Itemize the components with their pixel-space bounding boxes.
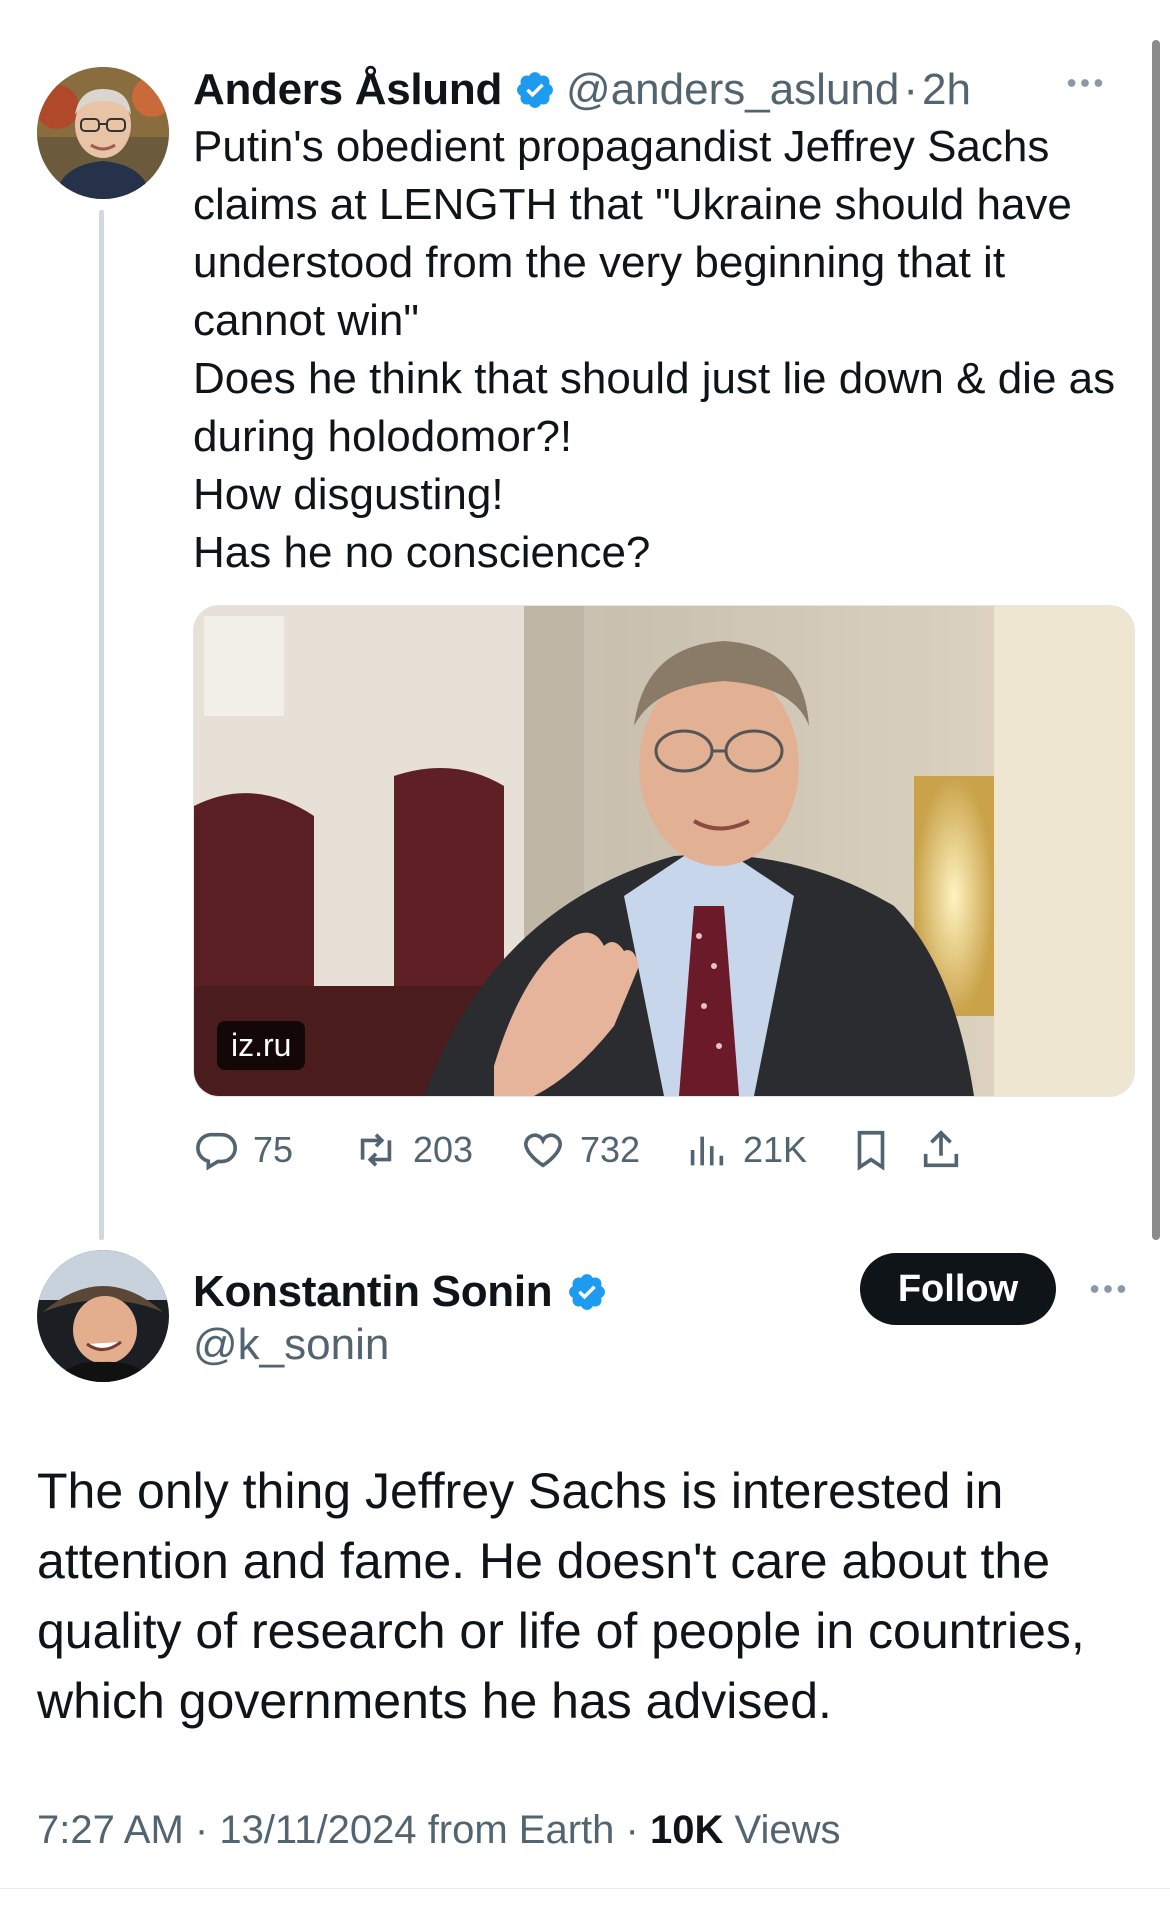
konstantin-sonin-avatar[interactable]	[37, 1250, 169, 1382]
main-author-name[interactable]: Konstantin Sonin	[193, 1267, 553, 1317]
quoted-author-name[interactable]: Anders Åslund	[193, 65, 502, 115]
bookmark-button[interactable]	[848, 1120, 908, 1180]
jeffrey-sachs-photo	[194, 606, 1134, 1096]
post-source: from Earth	[427, 1808, 615, 1852]
follow-button[interactable]: Follow	[860, 1253, 1056, 1325]
scrollbar[interactable]	[1152, 40, 1160, 1240]
main-more-icon[interactable]	[1085, 1266, 1131, 1322]
share-icon	[923, 1130, 959, 1168]
heart-icon	[524, 1133, 562, 1168]
quoted-text-line: Putin's obedient propagandist Jeffrey Sa…	[193, 122, 1085, 345]
views-label: Views	[734, 1808, 841, 1852]
quoted-text-line: Has he no conscience?	[193, 528, 651, 577]
repost-count: 203	[413, 1129, 474, 1170]
quoted-timestamp[interactable]: 2h	[922, 65, 971, 115]
quoted-media-image[interactable]: iz.ru	[193, 605, 1135, 1097]
repost-button[interactable]: 203	[353, 1120, 473, 1180]
bottom-divider	[0, 1888, 1170, 1889]
reply-icon	[196, 1132, 237, 1171]
views-count: 21K	[743, 1129, 808, 1170]
views-total: 10K	[649, 1808, 724, 1852]
quoted-tweet-header: Anders Åslund @anders_aslund · 2h	[193, 60, 971, 120]
quoted-action-bar: 75 203 732 21K	[193, 1120, 1138, 1180]
share-button[interactable]	[918, 1120, 978, 1180]
header-separator: ·	[903, 65, 919, 114]
reply-button[interactable]: 75	[193, 1120, 293, 1180]
reply-count: 75	[253, 1129, 294, 1170]
quoted-more-icon[interactable]	[1062, 60, 1108, 116]
thread-connector-line	[99, 210, 104, 1240]
main-author-handle[interactable]: @k_sonin	[193, 1320, 389, 1370]
verified-badge-icon	[569, 1274, 606, 1310]
quoted-tweet-text: Putin's obedient propagandist Jeffrey Sa…	[193, 118, 1123, 582]
anders-aslund-avatar[interactable]	[37, 67, 169, 199]
quoted-text-line: Does he think that should just lie down …	[193, 354, 1128, 461]
verified-badge-icon	[517, 72, 553, 108]
main-tweet-text: The only thing Jeffrey Sachs is interest…	[37, 1463, 1085, 1729]
main-tweet-author: Konstantin Sonin	[193, 1262, 608, 1322]
repost-icon	[360, 1133, 392, 1167]
post-date[interactable]: 13/11/2024	[219, 1808, 416, 1852]
media-source-badge: iz.ru	[217, 1021, 306, 1070]
quoted-text-line: How disgusting!	[193, 470, 504, 519]
like-button[interactable]: 732	[520, 1120, 640, 1180]
like-count: 732	[580, 1129, 641, 1170]
views-icon	[690, 1136, 724, 1166]
quoted-author-handle[interactable]: @anders_aslund	[566, 65, 899, 115]
views-button[interactable]: 21K	[683, 1120, 807, 1180]
main-tweet-meta: 7:27 AM · 13/11/2024 from Earth · 10K Vi…	[37, 1808, 841, 1852]
post-time[interactable]: 7:27 AM	[37, 1808, 184, 1852]
bookmark-icon	[857, 1130, 885, 1171]
